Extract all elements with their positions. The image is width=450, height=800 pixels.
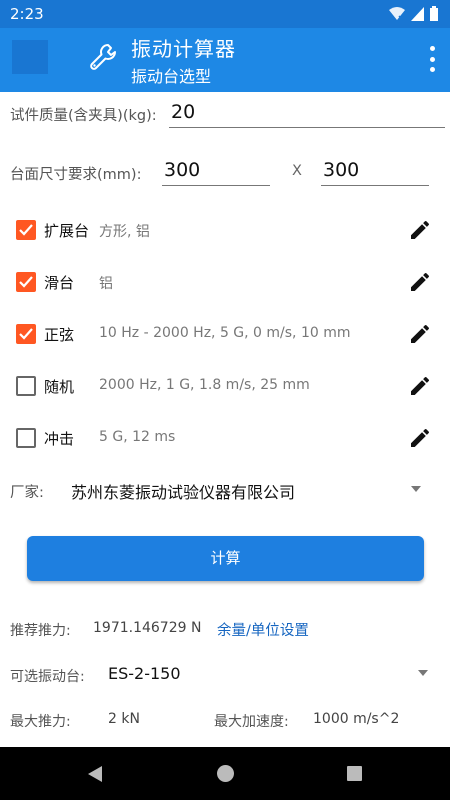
random-checkbox[interactable] (16, 376, 36, 396)
check-icon (19, 328, 33, 340)
signal-icon (411, 6, 424, 21)
table-height-input[interactable]: 300 (323, 159, 359, 181)
option-row-random: 随机 2000 Hz, 1 G, 1.8 m/s, 25 mm (0, 366, 450, 406)
max-accel-label: 最大加速度: (214, 714, 289, 730)
option-name: 正弦 (44, 326, 75, 344)
option-row-slip-table: 滑台 铝 (0, 262, 450, 302)
back-icon[interactable] (88, 766, 102, 782)
margin-unit-settings-link[interactable]: 余量/单位设置 (217, 619, 309, 640)
calculate-button[interactable]: 计算 (27, 536, 424, 581)
chevron-down-icon[interactable] (411, 486, 421, 492)
size-separator: X (292, 163, 302, 179)
option-row-shock: 冲击 5 G, 12 ms (0, 418, 450, 458)
sine-checkbox[interactable] (16, 324, 36, 344)
table-size-label: 台面尺寸要求(mm): (10, 167, 142, 183)
pencil-icon[interactable] (408, 374, 432, 398)
recommended-force-value: 1971.146729 N (93, 620, 202, 636)
chevron-down-icon[interactable] (418, 670, 428, 676)
option-desc: 10 Hz - 2000 Hz, 5 G, 0 m/s, 10 mm (99, 325, 351, 341)
recommended-force-label: 推荐推力: (10, 623, 71, 639)
app-title: 振动计算器 (131, 37, 236, 61)
slip-table-checkbox[interactable] (16, 272, 36, 292)
option-name: 扩展台 (44, 222, 90, 240)
home-icon[interactable] (217, 765, 234, 782)
option-name: 随机 (44, 378, 75, 396)
option-row-extension-table: 扩展台 方形, 铝 (0, 210, 450, 250)
nav-placeholder (12, 40, 48, 74)
option-desc: 方形, 铝 (99, 224, 150, 240)
check-icon (19, 224, 33, 236)
option-name: 冲击 (44, 430, 75, 448)
max-force-value: 2 kN (108, 711, 140, 727)
shock-checkbox[interactable] (16, 428, 36, 448)
wifi-icon (389, 6, 405, 21)
mass-input[interactable]: 20 (171, 101, 195, 123)
overflow-menu-icon[interactable] (428, 46, 436, 72)
table-width-input[interactable]: 300 (164, 159, 200, 181)
shaker-select[interactable]: ES-2-150 (108, 664, 181, 683)
app-bar: 振动计算器 振动台选型 (0, 28, 450, 92)
vendor-label: 厂家: (10, 485, 44, 501)
pencil-icon[interactable] (408, 270, 432, 294)
recent-apps-icon[interactable] (347, 766, 362, 781)
option-desc: 铝 (99, 276, 113, 292)
pencil-icon[interactable] (408, 426, 432, 450)
option-name: 滑台 (44, 274, 75, 292)
status-time: 2:23 (10, 5, 44, 23)
battery-icon (430, 6, 438, 21)
max-force-label: 最大推力: (10, 714, 71, 730)
status-icons (389, 6, 438, 21)
option-row-sine: 正弦 10 Hz - 2000 Hz, 5 G, 0 m/s, 10 mm (0, 314, 450, 354)
check-icon (19, 276, 33, 288)
max-accel-value: 1000 m/s^2 (313, 711, 400, 727)
system-nav-bar (0, 747, 450, 800)
status-bar: 2:23 (0, 0, 450, 28)
option-desc: 2000 Hz, 1 G, 1.8 m/s, 25 mm (99, 377, 310, 393)
shaker-label: 可选振动台: (10, 669, 85, 685)
mass-underline (169, 127, 445, 128)
table-width-underline (162, 185, 270, 186)
vendor-select[interactable]: 苏州东菱振动试验仪器有限公司 (71, 479, 295, 503)
app-subtitle: 振动台选型 (131, 67, 212, 86)
option-desc: 5 G, 12 ms (99, 429, 176, 445)
wrench-icon (90, 44, 116, 70)
pencil-icon[interactable] (408, 218, 432, 242)
table-height-underline (321, 185, 429, 186)
extension-table-checkbox[interactable] (16, 220, 36, 240)
mass-label: 试件质量(含夹具)(kg): (10, 108, 157, 124)
pencil-icon[interactable] (408, 322, 432, 346)
